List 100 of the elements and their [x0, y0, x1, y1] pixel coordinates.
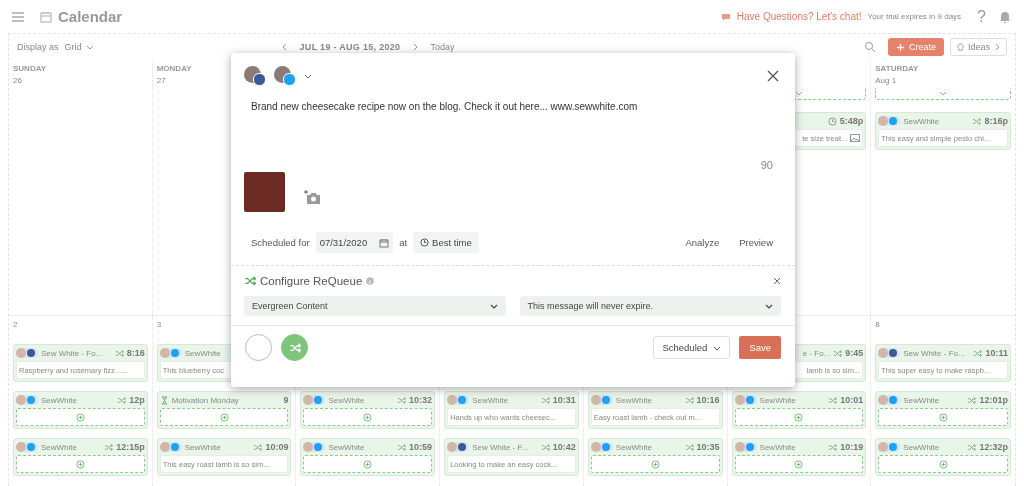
account-avatar[interactable] — [244, 66, 266, 86]
post-time: 10:16 — [696, 395, 720, 405]
chevron-down-icon[interactable] — [304, 72, 312, 80]
account-avatar[interactable] — [274, 66, 296, 86]
post-time: 9:45 — [845, 348, 864, 358]
clock-icon — [420, 238, 430, 247]
post-time: 10:19 — [840, 442, 864, 452]
shuffle-icon — [253, 442, 263, 452]
post-card[interactable]: SewWhite 12:32p — [875, 438, 1011, 476]
chevron-down-icon — [794, 89, 803, 98]
help-icon[interactable]: ? — [977, 7, 986, 26]
action-link[interactable]: Preview — [739, 237, 773, 248]
post-mode-toggle[interactable] — [245, 334, 272, 361]
post-card[interactable]: SewWhite 10:35 — [587, 438, 723, 476]
ideas-button[interactable]: Ideas — [949, 38, 1007, 56]
chevron-down-icon — [765, 302, 773, 310]
add-icon[interactable] — [363, 459, 373, 469]
date-label: 8 — [875, 320, 880, 329]
bell-icon[interactable] — [998, 9, 1012, 24]
close-icon[interactable] — [767, 70, 779, 82]
account-avatar — [16, 442, 38, 452]
account-name: SewWhite — [903, 442, 940, 452]
account-name: SewWhite — [41, 395, 77, 405]
post-card[interactable]: SewWhite 12:15p — [13, 438, 148, 476]
at-label: at — [399, 237, 408, 248]
add-photo-icon[interactable] — [303, 189, 321, 205]
post-time: 10:11 — [985, 348, 1008, 358]
post-time: 10:59 — [409, 442, 433, 452]
add-icon[interactable] — [938, 459, 948, 469]
info-icon[interactable] — [366, 277, 375, 285]
chat-link[interactable]: Have Questions? Let's chat! — [736, 11, 862, 22]
account-name: e - Fo... — [802, 348, 831, 358]
post-time: 10:01 — [840, 395, 864, 405]
shuffle-icon — [973, 348, 983, 358]
trial-note: Your trial expires in 9 days — [867, 12, 962, 21]
date-label: 27 — [156, 76, 166, 85]
calendar-icon — [379, 237, 390, 248]
shuffle-icon — [972, 116, 982, 126]
date-label: 3 — [156, 320, 162, 329]
shuffle-icon — [117, 395, 127, 405]
account-avatar — [878, 395, 901, 405]
add-icon[interactable] — [794, 412, 804, 422]
category-select[interactable]: Evergreen Content — [244, 296, 506, 316]
add-icon[interactable] — [938, 412, 948, 422]
save-button[interactable]: Save — [739, 336, 781, 359]
post-slot[interactable] — [875, 88, 1011, 100]
account-avatar — [303, 442, 326, 452]
date-field[interactable]: 07/31/2020 — [315, 232, 394, 253]
add-icon[interactable] — [363, 412, 373, 422]
shuffle-icon — [684, 395, 694, 405]
shuffle-icon — [397, 442, 407, 452]
clock-icon — [827, 116, 837, 126]
add-icon[interactable] — [75, 459, 85, 469]
account-avatar — [734, 442, 757, 452]
account-avatar — [303, 395, 326, 405]
shuffle-icon — [244, 275, 256, 287]
status-dropdown[interactable]: Scheduled — [653, 336, 731, 359]
shuffle-icon — [114, 348, 124, 358]
shuffle-icon — [540, 395, 550, 405]
post-card[interactable]: SewWhite 10:32 — [300, 391, 436, 429]
post-time: 10:31 — [552, 395, 576, 405]
expiry-select[interactable]: This message will never expire. — [519, 296, 781, 316]
account-name: SewWhite — [903, 116, 940, 126]
post-card[interactable]: SewWhite 10:01 — [731, 391, 867, 429]
post-time: 9 — [283, 395, 289, 405]
post-card[interactable]: SewWhite 10:19 — [731, 438, 867, 476]
account-name: Motivation Monday — [171, 395, 239, 405]
post-time: 12:01p — [979, 395, 1008, 405]
today-button[interactable]: Today — [430, 42, 455, 52]
close-icon[interactable] — [773, 277, 781, 285]
add-icon[interactable] — [219, 412, 229, 422]
account-avatar — [878, 348, 901, 358]
calendar-icon — [40, 10, 52, 23]
post-card[interactable]: Motivation Monday 9 — [156, 391, 292, 429]
lightbulb-icon — [955, 42, 965, 52]
shuffle-icon — [833, 348, 843, 358]
add-icon[interactable] — [650, 459, 660, 469]
display-dropdown[interactable]: Grid — [64, 42, 94, 52]
shuffle-icon — [828, 442, 838, 452]
action-link[interactable]: Analyze — [685, 237, 720, 248]
page-title: Calendar — [58, 8, 123, 25]
requeue-toggle[interactable] — [281, 334, 308, 361]
post-card[interactable]: SewWhite 12:01p — [875, 391, 1011, 429]
create-button[interactable]: Create — [887, 38, 944, 56]
account-name: SewWhite — [759, 395, 796, 405]
post-card[interactable]: SewWhite 12p — [13, 391, 148, 429]
account-name: SewWhite — [615, 442, 652, 452]
add-icon[interactable] — [75, 412, 85, 422]
add-icon[interactable] — [794, 459, 804, 469]
account-name: SewWhite — [615, 395, 652, 405]
date-range-dropdown[interactable]: JUL 19 - AUG 15, 2020 — [299, 42, 401, 52]
date-label: 26 — [13, 76, 22, 85]
best-time-button[interactable]: Best time — [413, 232, 479, 253]
shuffle-icon — [104, 442, 114, 452]
schedule-label: Scheduled for — [251, 237, 310, 248]
post-time: 10:09 — [265, 442, 289, 452]
account-avatar — [590, 442, 613, 452]
account-name: Sew White - Fo... — [903, 348, 965, 358]
post-card[interactable]: SewWhite 10:59 — [300, 438, 436, 476]
search-icon[interactable] — [863, 41, 876, 53]
